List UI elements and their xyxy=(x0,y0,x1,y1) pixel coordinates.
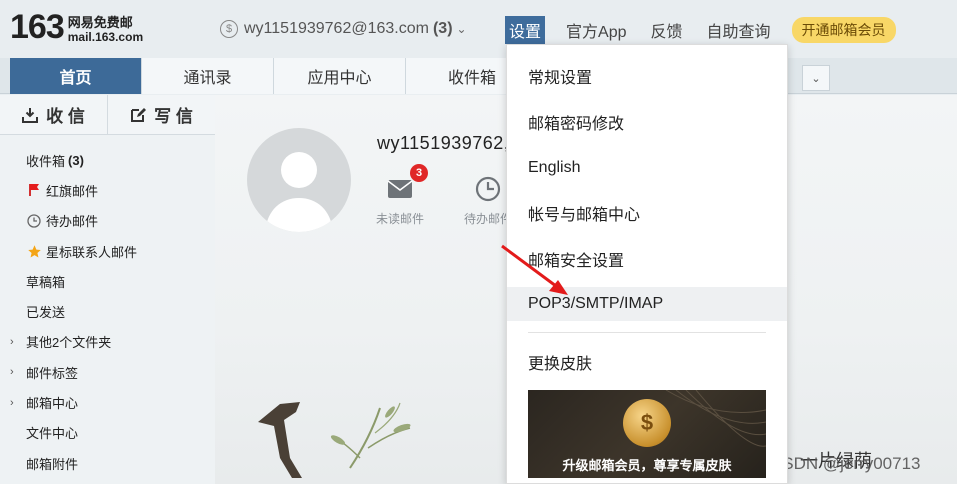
sidebar-item-label: 草稿箱 xyxy=(26,274,66,290)
sidebar-item-label: 已发送 xyxy=(26,305,66,321)
sidebar-item-starred[interactable]: 星标联系人邮件 xyxy=(0,236,215,266)
sidebar-item-mail-center[interactable]: › 邮箱中心 xyxy=(0,387,215,417)
unread-badge: 3 xyxy=(410,164,428,182)
write-label: 写 信 xyxy=(154,107,193,126)
settings-link[interactable]: 设置 xyxy=(505,16,546,44)
receive-label: 收 信 xyxy=(46,107,85,126)
unread-mail-stat[interactable]: 3 未读邮件 xyxy=(376,164,428,227)
sidebar-item-inbox[interactable]: 收件箱 (3) xyxy=(0,145,215,175)
folder-list: 收件箱 (3) 红旗邮件 待办邮件 星标联系人邮件 草稿箱 已发送 › 其他2个文… xyxy=(0,135,215,478)
red-flag-icon xyxy=(26,182,42,198)
coin-icon: $ xyxy=(623,399,671,447)
menu-item-password-change[interactable]: 邮箱密码修改 xyxy=(507,105,787,139)
skin-promo-caption: 升级邮箱会员，尊享专属皮肤 xyxy=(562,458,732,473)
account-email: wy1151939762@163.com xyxy=(244,20,429,37)
clock-icon xyxy=(26,213,42,229)
sidebar: 收 信 写 信 收件箱 (3) 红旗邮件 待办邮件 星标联系人邮件 草稿箱 已发送 xyxy=(0,95,215,484)
edit-icon xyxy=(131,107,147,122)
chevron-right-icon: › xyxy=(10,335,14,348)
menu-item-english[interactable]: English xyxy=(507,151,787,185)
account-switcher[interactable]: $ wy1151939762@163.com (3) ⌄ xyxy=(220,20,467,38)
envelope-icon: 3 xyxy=(386,164,428,202)
unread-label: 未读邮件 xyxy=(376,212,425,226)
receive-button[interactable]: 收 信 xyxy=(0,95,108,134)
sidebar-item-label: 待办邮件 xyxy=(46,214,99,230)
logo-text: 网易免费邮 mail.163.com xyxy=(67,15,144,45)
menu-item-security-settings[interactable]: 邮箱安全设置 xyxy=(507,242,787,276)
top-header: 163 网易免费邮 mail.163.com $ wy1151939762@16… xyxy=(0,0,957,58)
chevron-right-icon: › xyxy=(10,366,14,379)
sidebar-item-label: 文件中心 xyxy=(26,426,79,442)
write-button[interactable]: 写 信 xyxy=(108,95,215,134)
tab-contacts[interactable]: 通讯录 xyxy=(142,58,274,94)
sidebar-item-label: 邮箱中心 xyxy=(26,396,79,412)
menu-separator xyxy=(528,332,766,333)
top-links: 设置 官方App 反馈 自助查询 开通邮箱会员 xyxy=(505,16,896,44)
menu-item-pop3-smtp-imap[interactable]: POP3/SMTP/IMAP xyxy=(507,287,787,321)
sidebar-item-label: 星标联系人邮件 xyxy=(46,244,138,260)
menu-item-account-center[interactable]: 帐号与邮箱中心 xyxy=(507,196,787,230)
sidebar-item-label: 邮件标签 xyxy=(26,365,79,381)
logo-cn: 网易免费邮 xyxy=(67,15,133,30)
todo-mail-stat[interactable]: 待办邮件 xyxy=(464,176,512,227)
avatar[interactable] xyxy=(247,128,351,232)
sidebar-item-sent[interactable]: 已发送 xyxy=(0,296,215,326)
feedback-link[interactable]: 反馈 xyxy=(648,16,686,44)
tab-app-center[interactable]: 应用中心 xyxy=(274,58,406,94)
sidebar-item-todo[interactable]: 待办邮件 xyxy=(0,206,215,236)
username: wy1151939762, xyxy=(377,133,510,153)
sidebar-item-drafts[interactable]: 草稿箱 xyxy=(0,266,215,296)
self-service-link[interactable]: 自助查询 xyxy=(704,16,774,44)
todo-label: 待办邮件 xyxy=(464,212,513,226)
vip-button[interactable]: 开通邮箱会员 xyxy=(791,17,896,43)
skin-promo-banner[interactable]: $ 升级邮箱会员，尊享专属皮肤 xyxy=(528,390,766,478)
sidebar-item-flagged[interactable]: 红旗邮件 xyxy=(0,175,215,205)
sidebar-item-attachments[interactable]: 邮箱附件 xyxy=(0,448,215,478)
chevron-right-icon: › xyxy=(10,396,14,409)
sidebar-item-label: 邮箱附件 xyxy=(26,456,79,472)
official-app-link[interactable]: 官方App xyxy=(563,16,629,44)
watermark: CSDN @jerry00713 xyxy=(770,454,921,473)
inbox-count: (3) xyxy=(68,152,84,168)
user-silhouette-icon xyxy=(265,152,333,232)
sidebar-item-file-center[interactable]: 文件中心 xyxy=(0,418,215,448)
compose-bar: 收 信 写 信 xyxy=(0,95,215,135)
coin-icon: $ xyxy=(220,20,238,38)
decorative-plant-illustration xyxy=(258,402,411,478)
menu-item-change-skin[interactable]: 更换皮肤 xyxy=(507,345,787,379)
clock-icon xyxy=(474,176,502,202)
account-unread-count: (3) xyxy=(432,20,453,37)
tab-inbox[interactable]: 收件箱 xyxy=(406,58,506,94)
tab-home[interactable]: 首页 xyxy=(10,58,142,94)
settings-dropdown: 常规设置 邮箱密码修改 English 帐号与邮箱中心 邮箱安全设置 POP3/… xyxy=(506,44,788,484)
star-icon xyxy=(26,243,42,259)
sidebar-item-label: 其他2个文件夹 xyxy=(26,335,112,351)
sidebar-item-mail-tags[interactable]: › 邮件标签 xyxy=(0,357,215,387)
logo-number: 163 xyxy=(10,8,65,46)
menu-item-general-settings[interactable]: 常规设置 xyxy=(507,59,787,93)
sidebar-item-label: 收件箱 xyxy=(26,153,66,169)
chevron-down-icon: ⌄ xyxy=(456,22,467,36)
sidebar-item-label: 红旗邮件 xyxy=(46,183,99,199)
logo[interactable]: 163 网易免费邮 mail.163.com xyxy=(10,10,143,44)
sidebar-item-other-folders[interactable]: › 其他2个文件夹 xyxy=(0,327,215,357)
tab-more-chevron-icon[interactable]: ⌄ xyxy=(802,65,830,91)
logo-url: mail.163.com xyxy=(67,30,144,44)
download-icon xyxy=(22,107,39,123)
